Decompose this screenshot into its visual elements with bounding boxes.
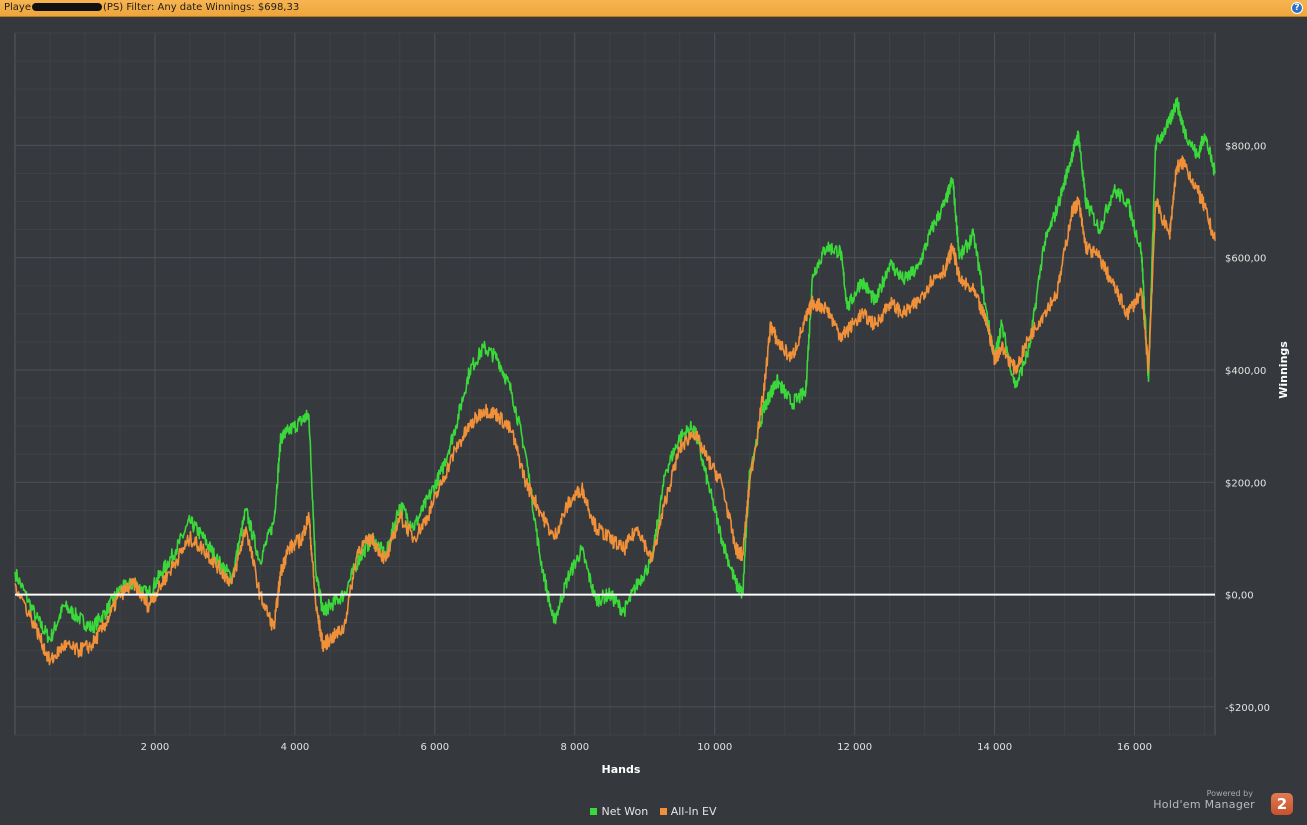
x-tick-label: 16 000: [1117, 742, 1152, 753]
legend-item-all-in-ev[interactable]: All-In EV: [659, 805, 717, 818]
y-tick-label: $800,00: [1225, 141, 1266, 152]
redacted-player-name: [32, 3, 103, 11]
x-tick-label: 8 000: [560, 742, 589, 753]
title-bar: Playe (PS) Filter: Any date Winnings: $69…: [0, 0, 1307, 17]
x-tick-label: 10 000: [697, 742, 732, 753]
y-tick-label: $400,00: [1225, 366, 1266, 377]
brand-block: Powered by Hold'em Manager 2: [1133, 789, 1293, 817]
x-tick-label: 4 000: [281, 742, 310, 753]
all-in-ev-swatch: [659, 808, 667, 815]
x-tick-label: 12 000: [837, 742, 872, 753]
legend-label-net-won: Net Won: [601, 805, 649, 818]
title-prefix: Playe: [4, 2, 32, 13]
title-text: Playe (PS) Filter: Any date Winnings: $69…: [4, 2, 299, 13]
hem2-logo-icon: 2: [1271, 793, 1293, 815]
chart-legend: Net Won All-In EV: [0, 805, 1307, 818]
plot-area: [14, 32, 1216, 736]
brand-name: Hold'em Manager: [1153, 798, 1255, 811]
powered-by-text: Powered by: [1206, 789, 1253, 798]
title-filter-winnings: (PS) Filter: Any date Winnings: $698,33: [103, 2, 300, 13]
net-won-swatch: [590, 808, 598, 815]
x-axis-title: Hands: [602, 763, 641, 776]
help-icon[interactable]: ?: [1291, 2, 1303, 14]
legend-label-all-in-ev: All-In EV: [670, 805, 717, 818]
y-tick-label: -$200,00: [1225, 703, 1270, 714]
winnings-chart: 2 000 4 000 6 000 8 000 10 000 12 000 14 000 16…: [14, 32, 1290, 776]
legend-item-net-won[interactable]: Net Won: [590, 805, 648, 818]
y-tick-label: $600,00: [1225, 254, 1266, 265]
x-tick-label: 6 000: [421, 742, 450, 753]
x-tick-label: 2 000: [141, 742, 170, 753]
y-tick-label: $0,00: [1225, 591, 1254, 602]
y-axis-title: Winnings: [1277, 341, 1290, 399]
y-tick-label: $200,00: [1225, 478, 1266, 489]
x-tick-label: 14 000: [977, 742, 1012, 753]
